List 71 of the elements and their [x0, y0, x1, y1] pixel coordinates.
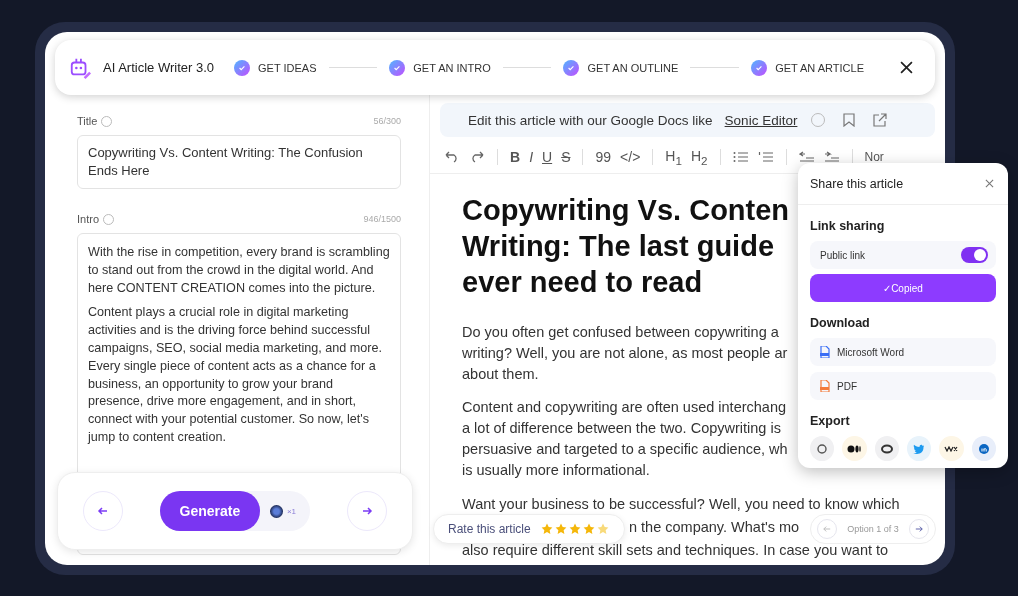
- star-icon[interactable]: [540, 523, 553, 535]
- outdent-icon[interactable]: [798, 151, 815, 163]
- check-icon: [567, 63, 576, 72]
- progress-step[interactable]: GET AN ARTICLE: [751, 59, 864, 76]
- redo-icon[interactable]: [469, 151, 485, 163]
- text-style-dropdown[interactable]: Nor: [864, 150, 884, 164]
- star-icon[interactable]: [568, 523, 581, 535]
- download-option[interactable]: PDF: [810, 372, 996, 400]
- format-button[interactable]: U: [542, 149, 553, 165]
- article-text-line: n the company. What's mo: [629, 518, 800, 537]
- field-label: Intro: [77, 213, 99, 225]
- article-text-line: Want your business to be successful? Well, you need to know which: [462, 495, 900, 514]
- credit-count: ×1: [286, 506, 297, 516]
- close-icon[interactable]: [900, 61, 913, 74]
- linkedin-icon[interactable]: [971, 436, 996, 461]
- app-title: AI Article Writer 3.0: [103, 60, 214, 75]
- character-count: 946/1500: [363, 214, 401, 224]
- bird-icon[interactable]: [907, 436, 932, 461]
- format-button[interactable]: B: [510, 149, 521, 165]
- coin-icon: [269, 504, 283, 518]
- format-button[interactable]: I: [529, 149, 533, 165]
- arrow-left-icon: [823, 525, 831, 533]
- format-button[interactable]: </>: [620, 149, 641, 165]
- medium-icon[interactable]: [842, 436, 867, 461]
- popup-title: Share this article: [810, 176, 904, 191]
- public-link-toggle[interactable]: [961, 247, 988, 263]
- field-label: Title: [77, 115, 98, 127]
- undo-icon[interactable]: [444, 151, 460, 163]
- robot-pencil-icon: [69, 56, 91, 79]
- download-option[interactable]: Microsoft Word: [810, 338, 996, 366]
- check-icon: [393, 63, 402, 72]
- external-link-icon[interactable]: [873, 113, 888, 127]
- banner-text: Edit this article with our Google Docs like: [468, 112, 713, 128]
- article-text-line: also require different skill sets and techniques. In case you want to: [462, 541, 889, 560]
- progress-step[interactable]: GET AN OUTLINE: [563, 59, 679, 76]
- section-heading: Download: [810, 316, 871, 330]
- file-icon: [820, 346, 830, 358]
- wix-icon[interactable]: [939, 436, 964, 461]
- arrow-right-icon: [915, 525, 923, 533]
- indent-icon[interactable]: [823, 151, 840, 163]
- numbered-list-icon[interactable]: [757, 151, 774, 163]
- option-label: Option 1 of 3: [847, 524, 899, 534]
- title-field[interactable]: Copywriting Vs. Content Writing: The Confusion Ends Here: [77, 135, 401, 189]
- arrow-right-icon: [361, 505, 373, 517]
- generate-button[interactable]: Generate: [159, 491, 260, 531]
- article-paragraph: Content and copywriting are often used interchang a lot of difference between the two. Copywriting is persuasive and targeted to a specific audience, wh is usually more informational.: [462, 398, 788, 480]
- bookmark-icon[interactable]: [843, 113, 856, 127]
- character-count: 56/300: [373, 116, 401, 126]
- article-heading: Copywriting Vs. Conten Writing: The last guide ever need to read: [462, 193, 790, 300]
- star-icon[interactable]: [596, 523, 609, 535]
- check-icon: [755, 63, 764, 72]
- heading-button[interactable]: H$_{2}$: [690, 147, 708, 167]
- section-heading: Export: [810, 414, 851, 428]
- section-heading: Link sharing: [810, 219, 886, 233]
- progress-step[interactable]: GET IDEAS: [234, 59, 317, 76]
- bulleted-list-icon[interactable]: [732, 151, 749, 163]
- heading-button[interactable]: H$_{1}$: [665, 147, 682, 167]
- format-button[interactable]: S: [561, 149, 571, 165]
- arrow-left-icon: [97, 505, 109, 517]
- rating-label: Rate this article: [448, 522, 531, 536]
- next-option-button[interactable]: [909, 519, 929, 539]
- copy-link-button[interactable]: ✓Copied: [810, 274, 996, 302]
- toggle-label: Public link: [820, 249, 866, 261]
- format-button[interactable]: 99: [595, 149, 612, 165]
- star-icon[interactable]: [554, 523, 567, 535]
- progress-step[interactable]: GET AN INTRO: [389, 59, 491, 76]
- file-icon: [820, 380, 830, 392]
- check-icon: [238, 63, 246, 72]
- article-paragraph: Do you often get confused between copywriting a writing? Well, you are not alone, as most people ar about them.: [462, 323, 788, 384]
- sonic-editor-link[interactable]: Sonic Editor: [724, 112, 798, 128]
- star-icon[interactable]: [582, 523, 595, 535]
